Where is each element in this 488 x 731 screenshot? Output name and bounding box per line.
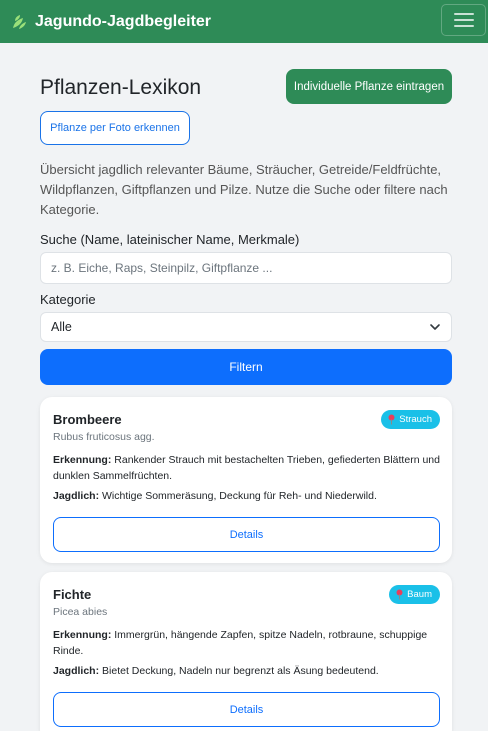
leaf-icon [10,13,28,31]
page-title: Pflanzen-Lexikon [40,76,202,99]
add-custom-plant-button[interactable]: Individuelle Pflanze eintragen [286,69,452,104]
brand-link[interactable]: Jagundo-Jagdbegleiter [10,13,211,31]
details-button[interactable]: Details [53,692,440,727]
category-badge: Baum [389,585,440,604]
recognition-text: Erkennung: Rankender Strauch mit bestach… [53,452,443,484]
recognition-label: Erkennung: [53,454,112,466]
filter-button[interactable]: Filtern [40,349,452,385]
hunting-label: Jagdlich: [53,665,100,677]
category-label: Kategorie [40,292,96,307]
navbar: Jagundo-Jagdbegleiter [0,0,488,43]
category-select[interactable]: Alle [40,312,452,342]
photo-recognition-button[interactable]: Pflanze per Foto erkennen [40,111,190,145]
category-badge-label: Strauch [399,414,432,425]
hamburger-menu-icon [453,13,474,27]
search-input[interactable] [40,252,452,284]
hunting-text: Jagdlich: Wichtige Sommeräsung, Deckung … [53,488,443,504]
recognition-label: Erkennung: [53,629,112,641]
plant-latin-name: Rubus fruticosus agg. [53,431,155,443]
hunting-label: Jagdlich: [53,490,100,502]
pin-icon [396,589,403,600]
recognition-text: Erkennung: Immergrün, hängende Zapfen, s… [53,627,443,659]
pin-icon [388,414,395,425]
hunting-value: Bietet Deckung, Nadeln nur begrenzt als … [102,665,379,677]
category-selected-value: Alle [51,320,72,334]
intro-text: Übersicht jagdlich relevanter Bäume, Str… [40,162,448,217]
plant-name: Fichte [53,587,92,602]
hunting-text: Jagdlich: Bietet Deckung, Nadeln nur beg… [53,663,443,679]
plant-latin-name: Picea abies [53,606,108,618]
plant-card: Brombeere Rubus fruticosus agg. Strauch … [40,397,452,563]
details-button[interactable]: Details [53,517,440,552]
plant-name: Brombeere [53,412,122,427]
category-badge: Strauch [381,410,440,429]
brand-title: Jagundo-Jagdbegleiter [35,12,212,30]
menu-toggle-button[interactable] [441,4,486,36]
recognition-value: Rankender Strauch mit bestachelten Trieb… [53,454,440,482]
category-badge-label: Baum [407,589,432,600]
search-label: Suche (Name, lateinischer Name, Merkmale… [40,232,300,247]
plant-card: Fichte Picea abies Baum Erkennung: Immer… [40,572,452,731]
hunting-value: Wichtige Sommeräsung, Deckung für Reh- u… [102,490,377,502]
chevron-down-icon [430,324,440,330]
